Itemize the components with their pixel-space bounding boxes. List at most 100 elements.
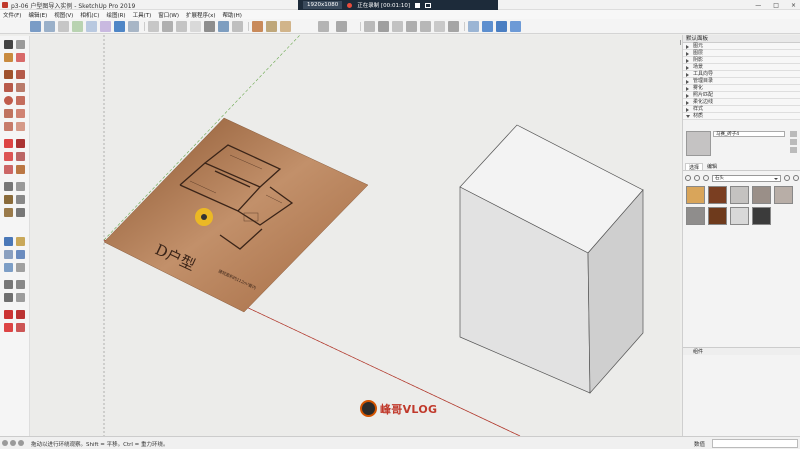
select-arrow-icon[interactable]	[4, 40, 13, 49]
credits-icon[interactable]	[18, 440, 24, 446]
eraser-icon[interactable]	[44, 21, 55, 32]
3d-text-icon[interactable]	[16, 208, 25, 217]
default-material-icon[interactable]	[790, 139, 797, 145]
pan-tool-icon[interactable]	[16, 237, 25, 246]
sample-paint-icon[interactable]	[790, 147, 797, 153]
tray-section-styles[interactable]: 样式	[683, 106, 800, 113]
geo-location-icon[interactable]	[10, 440, 16, 446]
tab-edit[interactable]: 编辑	[704, 163, 720, 170]
section-plane-icon[interactable]	[364, 21, 375, 32]
freehand-icon[interactable]	[16, 70, 25, 79]
tab-select[interactable]: 选择	[685, 163, 704, 171]
menu-view[interactable]: 视图(V)	[54, 11, 73, 19]
paint-bucket-icon[interactable]	[4, 53, 13, 62]
forward-icon[interactable]	[693, 175, 700, 181]
menu-draw[interactable]: 绘图(R)	[106, 11, 125, 19]
menu-extensions[interactable]: 扩展程序(x)	[186, 11, 216, 19]
menu-window[interactable]: 窗口(W)	[158, 11, 179, 19]
tray-section-outliner[interactable]: 管理目录	[683, 78, 800, 85]
dimension-icon[interactable]	[16, 182, 25, 191]
zoom-window-icon[interactable]	[16, 250, 25, 259]
zoom-extents-icon[interactable]	[510, 21, 521, 32]
menu-edit[interactable]: 编辑(E)	[28, 11, 47, 19]
tape-measure-icon[interactable]	[4, 182, 13, 191]
rectangle-tool-icon[interactable]	[4, 83, 13, 92]
minimize-button[interactable]: —	[755, 2, 761, 9]
previous-view-icon[interactable]	[16, 263, 25, 272]
tray-section-scenes[interactable]: 场景	[683, 64, 800, 71]
tray-section-materials[interactable]: 材质	[683, 113, 800, 120]
back-edges-icon[interactable]	[162, 21, 173, 32]
orbit-icon[interactable]	[468, 21, 479, 32]
front-view-icon[interactable]	[86, 21, 97, 32]
material-swatch[interactable]	[686, 186, 705, 204]
text-tool-icon[interactable]	[16, 195, 25, 204]
section-fill-icon[interactable]	[392, 21, 403, 32]
hidden-line-icon[interactable]	[190, 21, 201, 32]
textured-icon[interactable]	[218, 21, 229, 32]
material-swatch[interactable]	[686, 207, 705, 225]
modeling-viewport[interactable]: D户型 建筑面积约112m²套内	[30, 35, 680, 436]
arc-tool-icon[interactable]	[4, 109, 13, 118]
section-tool-icon[interactable]	[16, 293, 25, 302]
union-icon[interactable]	[406, 21, 417, 32]
xray-icon[interactable]	[148, 21, 159, 32]
tray-section-fog[interactable]: 雾化	[683, 85, 800, 92]
tray-section-layers[interactable]: 图层	[683, 50, 800, 57]
monochrome-icon[interactable]	[232, 21, 243, 32]
material-swatch[interactable]	[708, 186, 727, 204]
recorder-resolution[interactable]: 1920x1080	[303, 1, 343, 9]
menu-camera[interactable]: 相机(C)	[80, 11, 99, 19]
share-model-icon[interactable]	[16, 310, 25, 319]
extension-manager-icon[interactable]	[16, 323, 25, 332]
pie-icon[interactable]	[16, 122, 25, 131]
shaded-icon[interactable]	[204, 21, 215, 32]
camera-icon[interactable]	[425, 2, 431, 8]
follow-me-tool-icon[interactable]	[16, 152, 25, 161]
rotate-tool-icon[interactable]	[4, 152, 13, 161]
tray-section-instructor[interactable]: 工具向导	[683, 71, 800, 78]
drape-icon[interactable]	[280, 21, 291, 32]
record-icon[interactable]	[347, 2, 353, 8]
material-swatch[interactable]	[752, 186, 771, 204]
material-name-field[interactable]: 马赛_砖子4	[713, 131, 785, 137]
iso-view-icon[interactable]	[58, 21, 69, 32]
position-camera-icon[interactable]	[4, 280, 13, 289]
scale-tool-icon[interactable]	[4, 165, 13, 174]
follow-me-icon[interactable]	[318, 21, 329, 32]
menu-tools[interactable]: 工具(T)	[133, 11, 152, 19]
material-swatch[interactable]	[708, 207, 727, 225]
material-swatch[interactable]	[730, 186, 749, 204]
right-view-icon[interactable]	[100, 21, 111, 32]
tray-section-match-photo[interactable]: 照片匹配	[683, 92, 800, 99]
push-pull-icon[interactable]	[16, 139, 25, 148]
back-view-icon[interactable]	[114, 21, 125, 32]
sandbox-icon[interactable]	[252, 21, 263, 32]
left-view-icon[interactable]	[128, 21, 139, 32]
zoom-extents-tool-icon[interactable]	[4, 263, 13, 272]
make-component-icon[interactable]	[16, 40, 25, 49]
tray-section-entity[interactable]: 图元	[683, 43, 800, 50]
wireframe-icon[interactable]	[176, 21, 187, 32]
section-cut-icon[interactable]	[378, 21, 389, 32]
measurements-input[interactable]	[712, 439, 798, 448]
protractor-icon[interactable]	[4, 195, 13, 204]
material-swatch[interactable]	[730, 207, 749, 225]
details-icon[interactable]	[784, 175, 791, 181]
intersect-icon[interactable]	[434, 21, 445, 32]
warehouse-icon[interactable]	[4, 310, 13, 319]
tray-section-components[interactable]: 组件	[683, 347, 800, 355]
menu-help[interactable]: 帮助(H)	[223, 11, 242, 19]
material-swatch[interactable]	[752, 207, 771, 225]
info-icon[interactable]	[2, 440, 8, 446]
orbit-tool-icon[interactable]	[4, 237, 13, 246]
offset-icon[interactable]	[336, 21, 347, 32]
rotated-rect-icon[interactable]	[16, 83, 25, 92]
walk-icon[interactable]	[4, 293, 13, 302]
extension-warehouse-icon[interactable]	[4, 323, 13, 332]
circle-tool-icon[interactable]	[4, 96, 13, 105]
offset-tool-icon[interactable]	[16, 165, 25, 174]
two-point-arc-icon[interactable]	[16, 109, 25, 118]
three-point-arc-icon[interactable]	[4, 122, 13, 131]
move-tool-icon[interactable]	[4, 139, 13, 148]
